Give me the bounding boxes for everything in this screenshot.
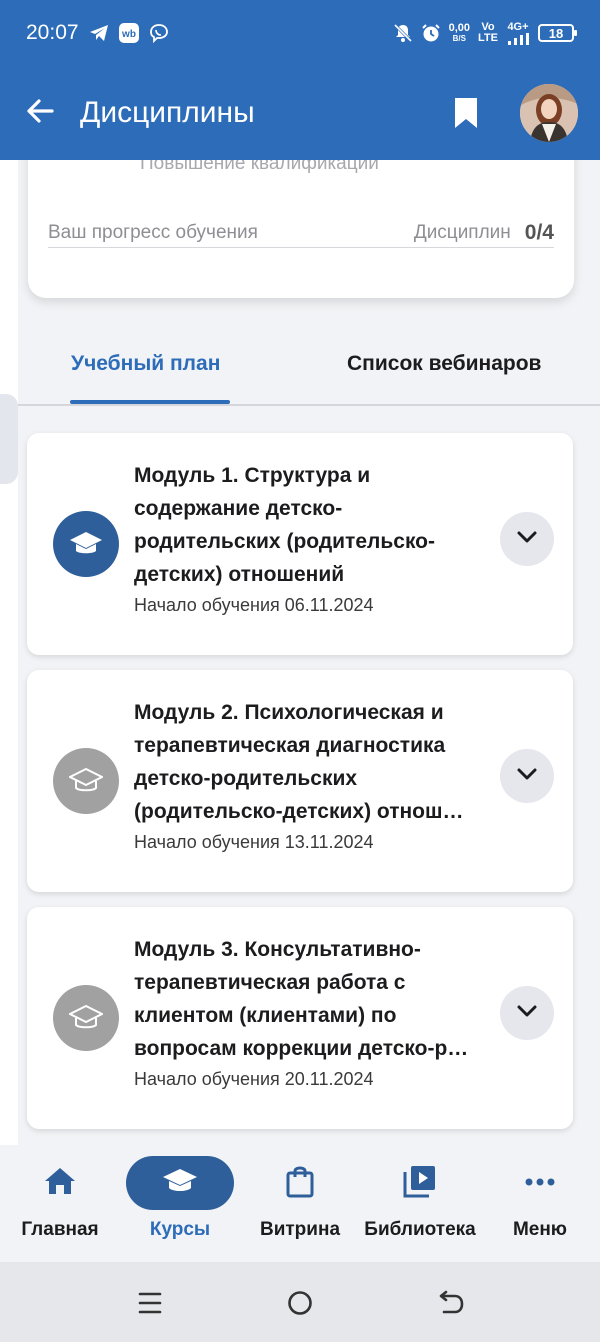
module-card[interactable]: Модуль 1. Структура и содержание детско-… bbox=[27, 433, 573, 655]
back-icon[interactable] bbox=[435, 1288, 465, 1318]
signal-icon: 4G+ bbox=[506, 21, 530, 45]
status-bar: 20:07 wb 0,00 B/S Vo LTE 4G+ 18 bbox=[0, 0, 600, 66]
chevron-down-icon bbox=[516, 767, 538, 786]
module-card[interactable]: Модуль 3. Консультативно-терапевтическая… bbox=[27, 907, 573, 1129]
system-navigation bbox=[0, 1262, 600, 1342]
disciplines-label: Дисциплин bbox=[413, 221, 511, 243]
mute-icon bbox=[393, 23, 413, 43]
expand-button[interactable] bbox=[500, 749, 554, 803]
bookmark-icon[interactable] bbox=[452, 96, 480, 135]
module-start-date: Начало обучения 13.11.2024 bbox=[134, 832, 374, 852]
active-nav-pill bbox=[126, 1156, 234, 1210]
chevron-down-icon bbox=[516, 1004, 538, 1023]
nav-library[interactable]: Библиотека bbox=[360, 1155, 480, 1255]
svg-text:wb: wb bbox=[121, 29, 136, 40]
bottom-navigation: Главная Курсы Витрина Библиотека Меню bbox=[0, 1145, 600, 1262]
home-circle-icon[interactable] bbox=[285, 1288, 315, 1318]
module-start-date: Начало обучения 20.11.2024 bbox=[134, 1069, 374, 1089]
nav-home[interactable]: Главная bbox=[0, 1155, 120, 1255]
page-title: Дисциплины bbox=[80, 96, 255, 129]
graduation-cap-icon bbox=[53, 511, 119, 577]
nav-menu[interactable]: Меню bbox=[480, 1155, 600, 1255]
battery-icon: 18 bbox=[538, 24, 577, 42]
status-time: 20:07 bbox=[26, 21, 79, 44]
progress-card: Повышение квалификации Ваш прогресс обуч… bbox=[28, 160, 574, 298]
tab-bar: Учебный план Список вебинаров bbox=[18, 330, 600, 406]
alarm-icon bbox=[421, 23, 441, 43]
disciplines-count: 0/4 bbox=[524, 220, 554, 244]
chevron-down-icon bbox=[516, 530, 538, 549]
module-card[interactable]: Модуль 2. Психологическая и терапевтичес… bbox=[27, 670, 573, 892]
home-icon bbox=[43, 1165, 77, 1202]
graduation-cap-icon bbox=[53, 748, 119, 814]
video-library-icon bbox=[402, 1163, 438, 1204]
nav-label: Курсы bbox=[149, 1219, 211, 1240]
course-kind: Повышение квалификации bbox=[140, 160, 379, 174]
expand-button[interactable] bbox=[500, 986, 554, 1040]
recents-icon[interactable] bbox=[135, 1288, 165, 1318]
progress-row: Ваш прогресс обучения Дисциплин 0/4 bbox=[48, 218, 554, 248]
module-start-date: Начало обучения 06.11.2024 bbox=[134, 595, 374, 615]
tab-indicator bbox=[70, 400, 230, 404]
tab-webinars[interactable]: Список вебинаров bbox=[347, 352, 541, 376]
progress-label: Ваш прогресс обучения bbox=[48, 221, 258, 243]
telegram-icon bbox=[89, 24, 109, 42]
drawer-handle[interactable] bbox=[0, 394, 18, 484]
more-dots-icon bbox=[524, 1174, 556, 1192]
shopping-bag-icon bbox=[285, 1164, 315, 1203]
graduation-cap-icon bbox=[53, 985, 119, 1051]
net-speed: 0,00 B/S bbox=[448, 22, 471, 44]
main-content: Повышение квалификации Ваш прогресс обуч… bbox=[18, 160, 600, 1145]
back-button[interactable] bbox=[0, 66, 80, 160]
volte-indicator: Vo LTE bbox=[478, 21, 498, 44]
nav-showcase[interactable]: Витрина bbox=[240, 1155, 360, 1255]
graduation-cap-icon bbox=[161, 1166, 199, 1201]
app-bar: Дисциплины bbox=[0, 66, 600, 160]
expand-button[interactable] bbox=[500, 512, 554, 566]
avatar[interactable] bbox=[520, 84, 578, 142]
tab-curriculum[interactable]: Учебный план bbox=[71, 352, 220, 376]
nav-label: Витрина bbox=[259, 1219, 341, 1240]
module-title: Модуль 2. Психологическая и терапевтичес… bbox=[134, 701, 464, 823]
drawer-edge bbox=[0, 160, 18, 1260]
module-title: Модуль 3. Консультативно-терапевтическая… bbox=[134, 938, 469, 1060]
nav-label: Меню bbox=[512, 1219, 568, 1240]
wb-icon: wb bbox=[118, 23, 139, 43]
module-title: Модуль 1. Структура и содержание детско-… bbox=[134, 464, 436, 586]
nav-label: Библиотека bbox=[364, 1219, 476, 1240]
nav-label: Главная bbox=[21, 1219, 99, 1240]
back-arrow-icon bbox=[25, 96, 55, 131]
nav-courses[interactable]: Курсы bbox=[120, 1155, 240, 1255]
viber-icon bbox=[149, 23, 169, 43]
